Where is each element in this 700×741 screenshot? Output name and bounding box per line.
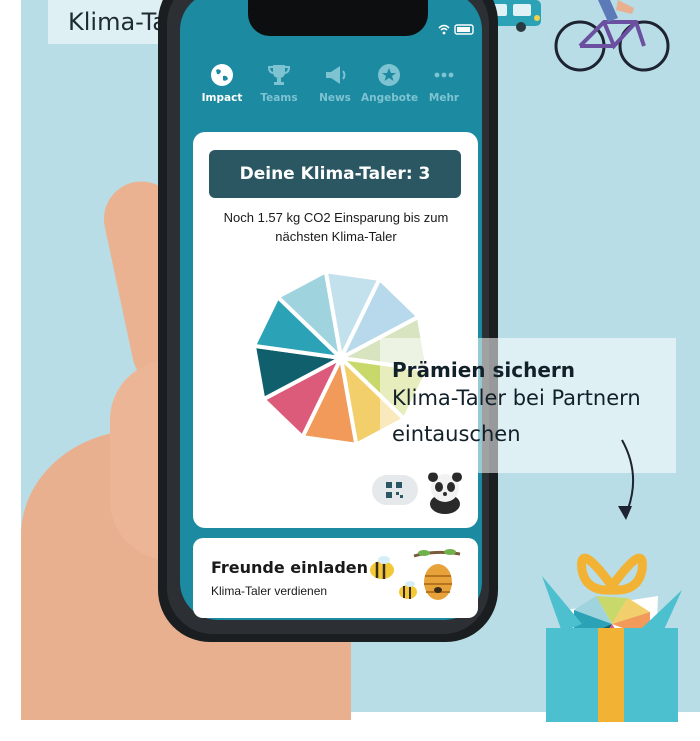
tab-teams[interactable]: Teams [251, 52, 307, 116]
tab-angebote[interactable]: Angebote [361, 52, 419, 116]
savings-line-1: Noch 1.57 kg CO2 Einsparung bis zum [223, 210, 449, 225]
more-dots-icon [434, 72, 454, 78]
tab-label: Impact [201, 92, 243, 104]
promo-line-1: Klima-Taler bei Partnern [392, 386, 641, 410]
globe-icon [211, 64, 233, 86]
klima-taler-count: Deine Klima-Taler: 3 [209, 150, 461, 198]
savings-line-2: nächsten Klima-Taler [275, 229, 397, 244]
promo-line-2: eintauschen [392, 422, 521, 446]
status-icons [437, 22, 477, 40]
qr-code-icon [386, 482, 403, 498]
tab-impact[interactable]: Impact [194, 52, 250, 116]
cyclist-illustration [554, 0, 670, 72]
tab-mehr[interactable]: Mehr [416, 52, 472, 116]
tab-label: Teams [260, 92, 298, 104]
tab-bar: Impact Teams News Angebote Mehr [180, 52, 482, 122]
qr-code-bubble[interactable] [372, 475, 418, 505]
panda-mascot-icon [428, 472, 462, 514]
trophy-icon [267, 65, 291, 85]
tab-label: Angebote [361, 92, 419, 104]
promo-title: Prämien sichern [392, 358, 575, 382]
tab-news[interactable]: News [307, 52, 363, 116]
bees-beehive-icon [370, 549, 461, 600]
phone-notch [248, 0, 428, 36]
gift-box-illustration [542, 553, 682, 722]
invite-title: Freunde einladen [211, 558, 369, 577]
tab-label: Mehr [428, 92, 460, 104]
savings-text: Noch 1.57 kg CO2 Einsparung bis zum näch… [198, 208, 474, 246]
invite-subtitle: Klima-Taler verdienen [211, 584, 328, 598]
wifi-battery-icon [438, 24, 474, 35]
megaphone-icon [326, 66, 346, 84]
curved-arrow-icon [618, 439, 635, 520]
star-icon [378, 64, 400, 86]
tab-label: News [319, 92, 351, 104]
